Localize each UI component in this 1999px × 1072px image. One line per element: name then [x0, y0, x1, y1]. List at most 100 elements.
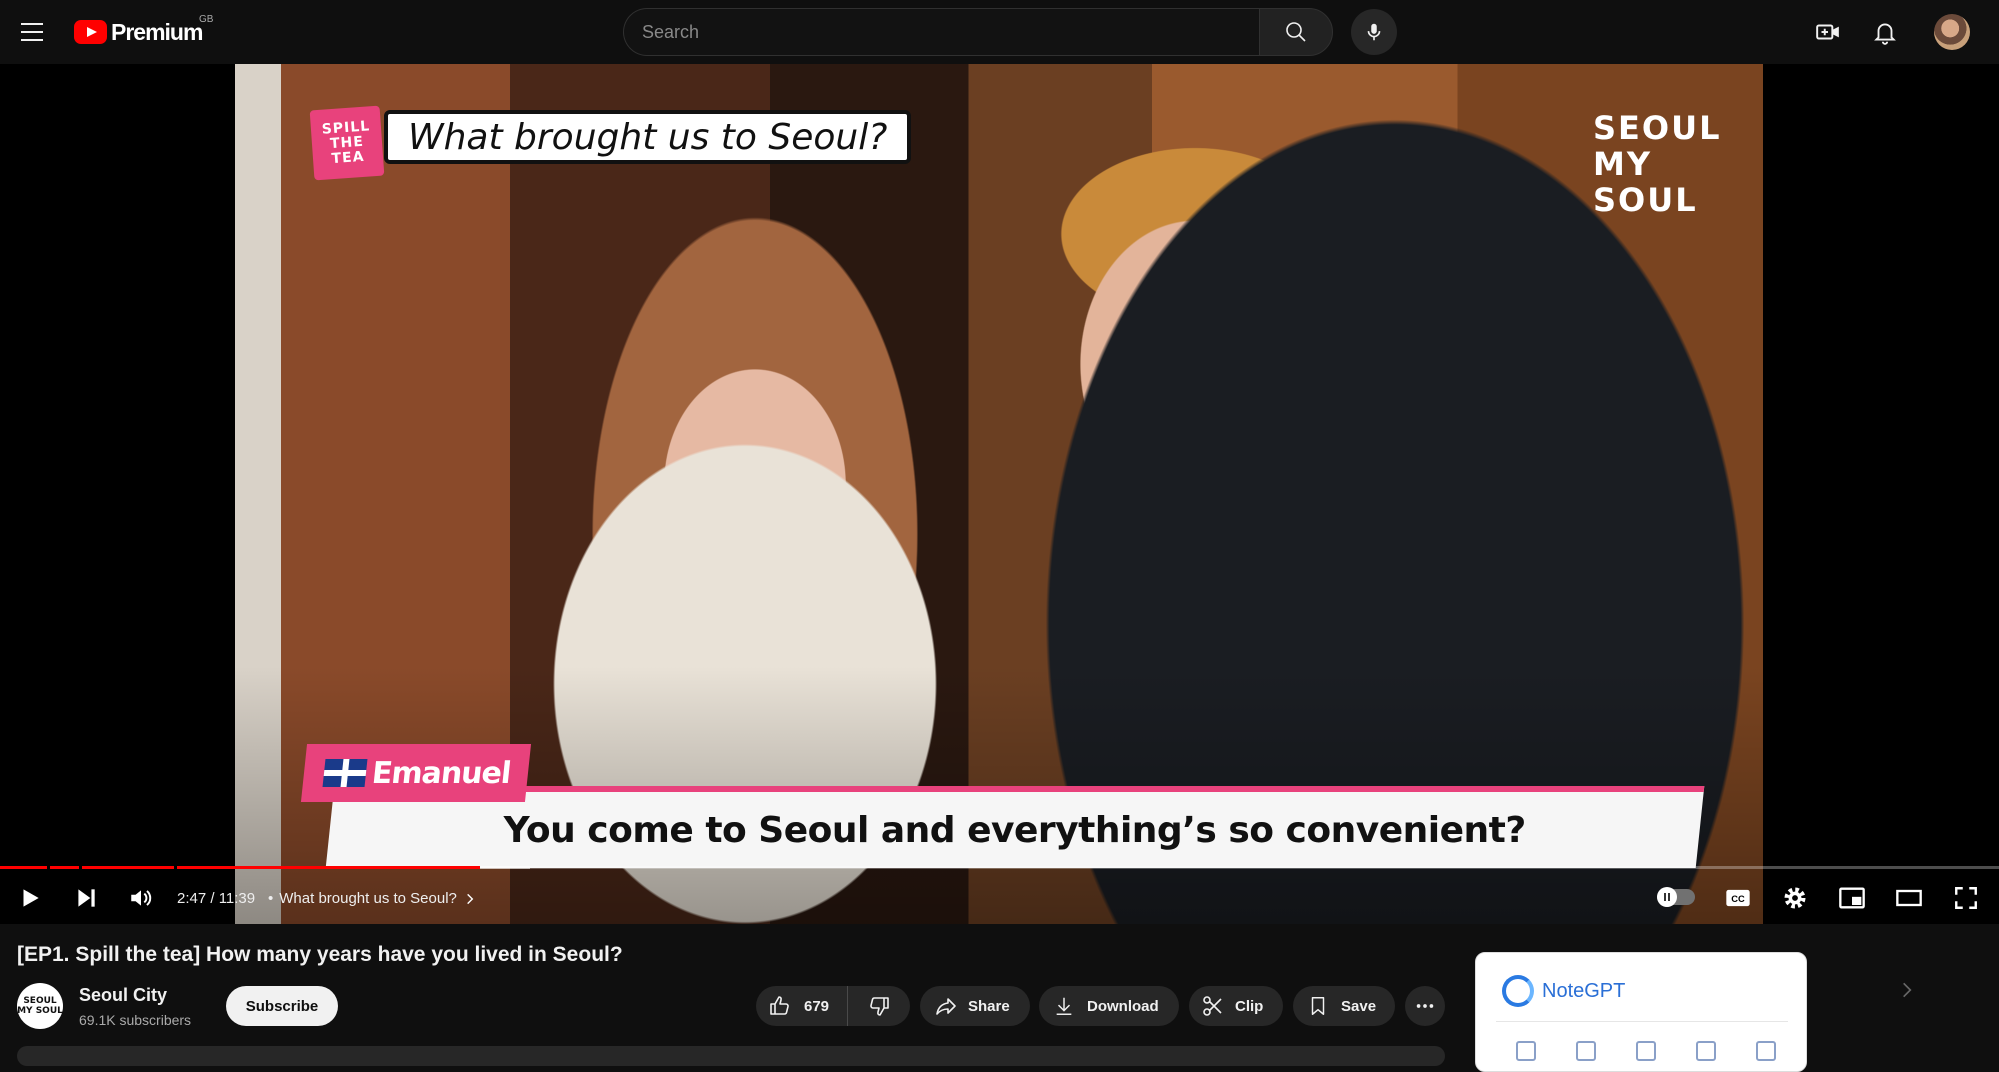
progress-played [0, 866, 480, 869]
menu-icon-line [21, 39, 43, 41]
play-icon [23, 889, 39, 907]
like-dislike-group: 679 [756, 986, 910, 1026]
save-label: Save [1341, 997, 1377, 1015]
search-bar [623, 8, 1333, 56]
notegpt-chat-icon[interactable] [1696, 1041, 1716, 1061]
voice-search-button[interactable] [1351, 9, 1397, 55]
like-count: 679 [804, 997, 830, 1015]
more-actions-button[interactable] [1405, 986, 1445, 1026]
account-avatar[interactable] [1934, 14, 1970, 50]
channel-name[interactable]: Seoul City [79, 985, 167, 1006]
progress-bar[interactable] [0, 864, 1999, 871]
time-display: 2:47 / 11:39 [177, 890, 256, 907]
spill-the-tea-logo: SPILL THE TEA [309, 105, 385, 181]
logo-text: Premium [111, 18, 203, 45]
subscriber-count: 69.1K subscribers [79, 1012, 192, 1028]
chapter-title: What brought us to Seoul? [279, 890, 457, 907]
download-button[interactable]: Download [1039, 986, 1179, 1026]
bell-icon [1874, 23, 1896, 45]
spill-logo-line: TEA [331, 148, 365, 167]
create-button[interactable] [1810, 14, 1846, 50]
subtitle-bar: You come to Seoul and everything’s so co… [325, 786, 1705, 868]
player-controls: 2:47 / 11:39 • What brought us to Seoul?… [0, 872, 1999, 924]
question-overlay: What brought us to Seoul? [384, 110, 912, 164]
subtitle-text: You come to Seoul and everything’s so co… [503, 809, 1526, 851]
miniplayer-icon [1839, 887, 1865, 909]
download-icon [1053, 995, 1075, 1017]
clip-label: Clip [1235, 997, 1264, 1015]
mute-button[interactable] [121, 880, 161, 916]
notegpt-name: NoteGPT [1542, 980, 1626, 1002]
clip-button[interactable]: Clip [1189, 986, 1283, 1026]
speaker-name: Emanuel [370, 755, 513, 791]
seoul-my-soul-logo: SEOUL MY SOUL [1593, 110, 1719, 219]
subtitles-button[interactable]: CC [1718, 880, 1758, 916]
search-icon [1286, 22, 1306, 42]
autoplay-toggle[interactable] [1657, 887, 1695, 907]
chapter-separator: • [268, 890, 274, 907]
miniplayer-button[interactable] [1832, 880, 1872, 916]
search-input[interactable] [642, 21, 1259, 43]
volume-icon [131, 890, 152, 906]
youtube-play-icon [74, 20, 107, 44]
notegpt-expand-button[interactable] [1897, 980, 1917, 1005]
notegpt-panel: NoteGPT [1475, 952, 1807, 1072]
bookmark-icon [1307, 995, 1329, 1017]
theater-mode-icon [1896, 889, 1922, 907]
video-frame[interactable]: SPILL THE TEA What brought us to Seoul? … [235, 64, 1763, 924]
pause-icon [1657, 887, 1677, 907]
fullscreen-icon [1955, 887, 1977, 909]
chevron-right-icon [1903, 982, 1912, 998]
thumbs-up-icon [770, 996, 789, 1015]
search-button[interactable] [1259, 8, 1333, 56]
thumbs-down-icon [870, 997, 889, 1016]
fullscreen-button[interactable] [1946, 880, 1986, 916]
theater-mode-button[interactable] [1889, 880, 1929, 916]
menu-icon-line [21, 31, 43, 33]
next-button[interactable] [66, 880, 106, 916]
notegpt-toolbar [1516, 1041, 1776, 1061]
notegpt-summary-icon[interactable] [1576, 1041, 1596, 1061]
scissors-icon [1201, 994, 1225, 1018]
description-box[interactable] [17, 1046, 1445, 1066]
gear-icon [1784, 887, 1806, 909]
video-player[interactable]: SPILL THE TEA What brought us to Seoul? … [0, 64, 1999, 924]
notifications-button[interactable] [1867, 14, 1903, 50]
region-code: GB [199, 14, 214, 25]
closed-captions-icon: CC [1726, 889, 1750, 907]
video-title: [EP1. Spill the tea] How many years have… [17, 943, 623, 966]
chapter-marker [78, 864, 82, 871]
share-icon [934, 994, 958, 1018]
more-horizontal-icon [1416, 1004, 1434, 1008]
speaker-name-tag: Emanuel [300, 744, 532, 802]
masthead: Premium GB [0, 0, 1999, 64]
channel-avatar[interactable]: SEOUL MY SOUL [17, 983, 63, 1029]
chevron-right-icon [467, 893, 474, 904]
skip-next-icon [78, 889, 95, 907]
svg-text:CC: CC [1731, 894, 1745, 904]
subscribe-button[interactable]: Subscribe [226, 986, 338, 1026]
search-box[interactable] [623, 8, 1259, 56]
divider [1496, 1021, 1788, 1022]
question-text: What brought us to Seoul? [408, 116, 888, 158]
notegpt-transcript-icon[interactable] [1516, 1041, 1536, 1061]
chapter-marker [46, 864, 50, 871]
youtube-premium-logo[interactable]: Premium [74, 18, 203, 46]
like-button[interactable]: 679 [756, 986, 848, 1026]
save-button[interactable]: Save [1293, 986, 1395, 1026]
create-video-icon [1816, 24, 1839, 40]
chapter-button[interactable]: • What brought us to Seoul? [268, 890, 477, 907]
brand-logo-line: MY SOUL [1593, 145, 1698, 219]
notegpt-logo-icon [1502, 975, 1534, 1007]
play-button[interactable] [10, 880, 50, 916]
share-label: Share [968, 997, 1010, 1015]
uk-flag-icon [322, 759, 368, 787]
chapter-marker [173, 864, 177, 871]
notegpt-ai-icon[interactable] [1756, 1041, 1776, 1061]
dislike-button[interactable] [848, 986, 910, 1026]
notegpt-notes-icon[interactable] [1636, 1041, 1656, 1061]
share-button[interactable]: Share [920, 986, 1030, 1026]
download-label: Download [1087, 997, 1159, 1015]
guide-menu-button[interactable] [14, 14, 50, 50]
settings-button[interactable] [1775, 880, 1815, 916]
